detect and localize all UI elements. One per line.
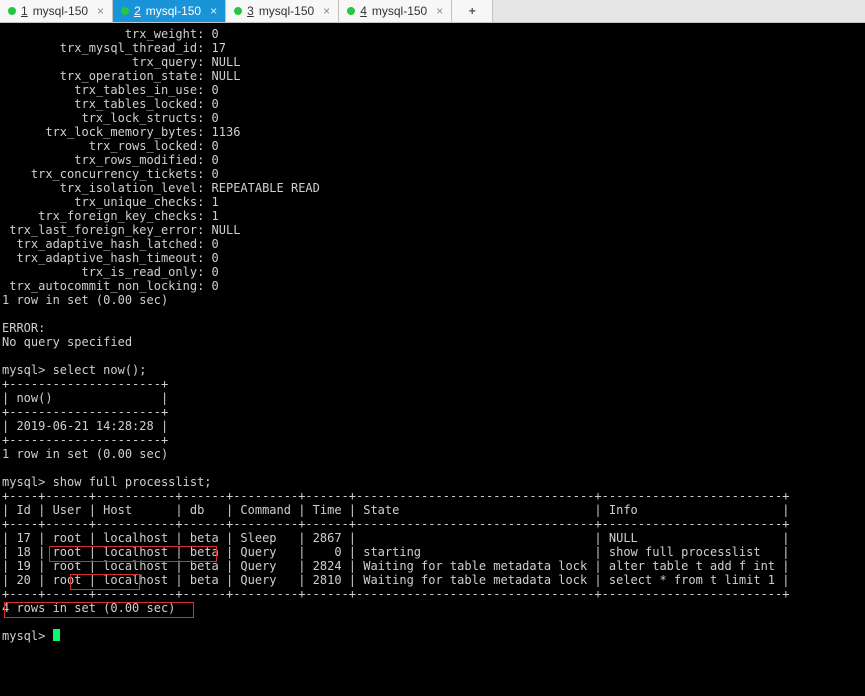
tab-label: mysql-150 bbox=[33, 4, 88, 18]
terminal-line: +----+------+-----------+------+--------… bbox=[2, 587, 789, 601]
terminal-line: | 20 | root | localhost | beta | Query |… bbox=[2, 573, 789, 587]
terminal-prompt-line[interactable]: mysql> bbox=[2, 629, 60, 643]
terminal-line: 1 row in set (0.00 sec) bbox=[2, 447, 168, 461]
tab-label: mysql-150 bbox=[259, 4, 314, 18]
terminal-line: | 19 | root | localhost | beta | Query |… bbox=[2, 559, 789, 573]
tab-1[interactable]: 1 mysql-150 × bbox=[0, 0, 113, 22]
terminal-line: | 17 | root | localhost | beta | Sleep |… bbox=[2, 531, 789, 545]
tab-index: 2 bbox=[134, 4, 141, 18]
terminal-line: mysql> show full processlist; bbox=[2, 475, 212, 489]
terminal-line: trx_mysql_thread_id: 17 bbox=[2, 41, 226, 55]
terminal-line: trx_unique_checks: 1 bbox=[2, 195, 219, 209]
status-dot-icon bbox=[121, 7, 129, 15]
terminal-line: 1 row in set (0.00 sec) bbox=[2, 293, 168, 307]
terminal-line: trx_tables_locked: 0 bbox=[2, 97, 219, 111]
tab-index: 1 bbox=[21, 4, 28, 18]
terminal-line: +---------------------+ bbox=[2, 377, 168, 391]
terminal-line: | 2019-06-21 14:28:28 | bbox=[2, 419, 168, 433]
terminal-line: trx_foreign_key_checks: 1 bbox=[2, 209, 219, 223]
terminal-output: trx_weight: 0 trx_mysql_thread_id: 17 tr… bbox=[0, 23, 865, 647]
terminal-line: trx_adaptive_hash_latched: 0 bbox=[2, 237, 219, 251]
terminal-line: +---------------------+ bbox=[2, 433, 168, 447]
tab-2[interactable]: 2 mysql-150 × bbox=[113, 0, 226, 22]
terminal-line: trx_adaptive_hash_timeout: 0 bbox=[2, 251, 219, 265]
status-dot-icon bbox=[8, 7, 16, 15]
tab-index: 3 bbox=[247, 4, 254, 18]
terminal-line: mysql> select now(); bbox=[2, 363, 147, 377]
terminal-line: +----+------+-----------+------+--------… bbox=[2, 517, 789, 531]
tab-3[interactable]: 3 mysql-150 × bbox=[226, 0, 339, 22]
close-icon[interactable]: × bbox=[436, 5, 443, 17]
terminal-line: trx_autocommit_non_locking: 0 bbox=[2, 279, 219, 293]
terminal-line: trx_isolation_level: REPEATABLE READ bbox=[2, 181, 320, 195]
terminal-line: 4 rows in set (0.00 sec) bbox=[2, 601, 175, 615]
terminal-line: trx_rows_locked: 0 bbox=[2, 139, 219, 153]
plus-icon: + bbox=[469, 4, 476, 18]
terminal-line: trx_query: NULL bbox=[2, 55, 240, 69]
terminal-line: trx_lock_memory_bytes: 1136 bbox=[2, 125, 240, 139]
terminal-pane[interactable]: trx_weight: 0 trx_mysql_thread_id: 17 tr… bbox=[0, 23, 865, 696]
terminal-line: trx_weight: 0 bbox=[2, 27, 219, 41]
tab-bar: 1 mysql-150 × 2 mysql-150 × 3 mysql-150 … bbox=[0, 0, 865, 23]
terminal-line: trx_tables_in_use: 0 bbox=[2, 83, 219, 97]
status-dot-icon bbox=[234, 7, 242, 15]
tab-label: mysql-150 bbox=[146, 4, 201, 18]
tab-label: mysql-150 bbox=[372, 4, 427, 18]
terminal-line: trx_lock_structs: 0 bbox=[2, 111, 219, 125]
terminal-line: trx_operation_state: NULL bbox=[2, 69, 240, 83]
status-dot-icon bbox=[347, 7, 355, 15]
terminal-line: +---------------------+ bbox=[2, 405, 168, 419]
terminal-line: | now() | bbox=[2, 391, 168, 405]
add-tab-button[interactable]: + bbox=[452, 0, 493, 22]
close-icon[interactable]: × bbox=[97, 5, 104, 17]
terminal-line: trx_is_read_only: 0 bbox=[2, 265, 219, 279]
tab-4[interactable]: 4 mysql-150 × bbox=[339, 0, 452, 22]
terminal-line: ERROR: bbox=[2, 321, 45, 335]
terminal-line: trx_rows_modified: 0 bbox=[2, 153, 219, 167]
terminal-line: | Id | User | Host | db | Command | Time… bbox=[2, 503, 789, 517]
terminal-line: | 18 | root | localhost | beta | Query |… bbox=[2, 545, 789, 559]
terminal-line: +----+------+-----------+------+--------… bbox=[2, 489, 789, 503]
close-icon[interactable]: × bbox=[323, 5, 330, 17]
terminal-line: trx_concurrency_tickets: 0 bbox=[2, 167, 219, 181]
tab-index: 4 bbox=[360, 4, 367, 18]
close-icon[interactable]: × bbox=[210, 5, 217, 17]
terminal-line: No query specified bbox=[2, 335, 132, 349]
terminal-line: trx_last_foreign_key_error: NULL bbox=[2, 223, 240, 237]
cursor-icon bbox=[53, 629, 60, 641]
